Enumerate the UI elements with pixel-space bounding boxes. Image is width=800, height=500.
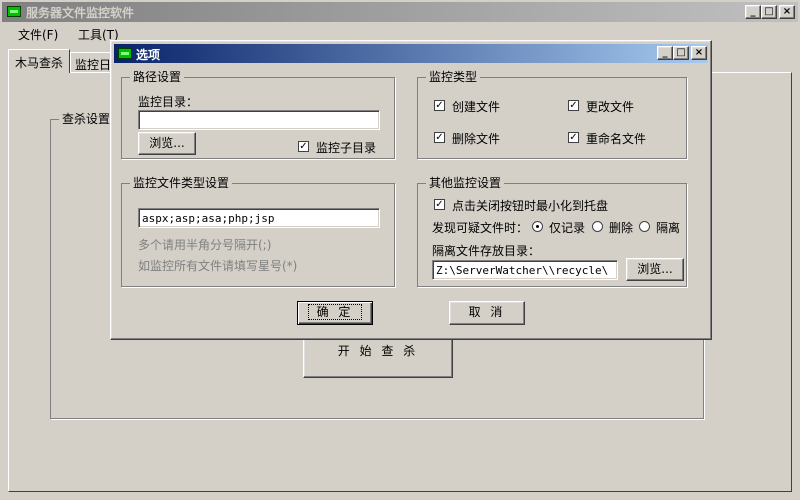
start-scan-button[interactable]: 开 始 查 杀: [303, 334, 453, 378]
quarantine-browse-button[interactable]: 浏览...: [626, 258, 684, 281]
rename-file-label: 重命名文件: [586, 132, 647, 146]
monitor-subdir-checkbox[interactable]: ✓: [298, 141, 309, 152]
scan-settings-title: 查杀设置: [59, 112, 114, 126]
menu-file[interactable]: 文件(F): [18, 26, 58, 43]
path-settings-title: 路径设置: [130, 70, 185, 84]
tab-monitor-log-label: 监控日: [75, 58, 112, 72]
main-title: 服务器文件监控软件: [26, 6, 135, 20]
quarantine-radio[interactable]: [639, 221, 650, 232]
delete-file-label: 删除文件: [452, 132, 501, 146]
tab-trojan-scan[interactable]: 木马查杀: [8, 49, 70, 73]
modify-file-checkbox[interactable]: ✓: [568, 100, 579, 111]
record-only-label: 仅记录: [549, 221, 586, 235]
close-button[interactable]: ×: [779, 5, 795, 19]
suspicious-file-label: 发现可疑文件时：: [432, 221, 529, 235]
quarantine-dir-label: 隔离文件存放目录：: [432, 244, 541, 258]
dialog-title: 选项: [136, 48, 161, 62]
start-scan-label: 开 始 查 杀: [337, 344, 419, 358]
cancel-button[interactable]: 取 消: [449, 301, 525, 325]
filetype-input[interactable]: [138, 208, 380, 228]
delete-radio[interactable]: [592, 221, 603, 232]
ok-button[interactable]: 确 定: [297, 301, 373, 325]
filetype-hint-all: 如监控所有文件请填写星号(*): [138, 259, 298, 273]
filetype-settings-title: 监控文件类型设置: [130, 176, 233, 190]
monitor-type-title: 监控类型: [426, 70, 481, 84]
minimize-to-tray-checkbox[interactable]: ✓: [434, 199, 445, 210]
delete-file-checkbox[interactable]: ✓: [434, 132, 445, 143]
monitor-dir-label: 监控目录：: [138, 95, 199, 109]
maximize-button[interactable]: □: [761, 5, 777, 19]
path-browse-button[interactable]: 浏览...: [138, 132, 196, 155]
filetype-settings-group: 监控文件类型设置 多个请用半角分号隔开(;) 如监控所有文件请填写星号(*): [121, 176, 395, 287]
filetype-hint-separator: 多个请用半角分号隔开(;): [138, 238, 272, 252]
path-settings-group: 路径设置 监控目录： 浏览... ✓ 监控子目录: [121, 70, 395, 159]
tab-trojan-scan-label: 木马查杀: [15, 56, 64, 70]
minimize-to-tray-label: 点击关闭按钮时最小化到托盘: [452, 199, 609, 213]
create-file-label: 创建文件: [452, 100, 501, 114]
delete-label: 删除: [609, 221, 634, 235]
ok-label: 确 定: [307, 304, 363, 320]
dialog-icon: [118, 48, 132, 59]
rename-file-checkbox[interactable]: ✓: [568, 132, 579, 143]
create-file-checkbox[interactable]: ✓: [434, 100, 445, 111]
minimize-button[interactable]: _: [745, 5, 761, 19]
modify-file-label: 更改文件: [586, 100, 635, 114]
dialog-minimize-button[interactable]: _: [657, 46, 673, 60]
other-settings-title: 其他监控设置: [426, 176, 505, 190]
dialog-title-bar[interactable]: 选项 _ □ ×: [114, 44, 708, 63]
record-only-radio[interactable]: [532, 221, 543, 232]
dialog-maximize-button[interactable]: □: [673, 46, 689, 60]
app-icon: [7, 6, 21, 17]
monitor-type-group: 监控类型 ✓ 创建文件 ✓ 更改文件 ✓ 删除文件 ✓ 重命名文件: [417, 70, 687, 159]
quarantine-dir-input[interactable]: [432, 260, 618, 280]
main-title-bar[interactable]: 服务器文件监控软件 _ □ ×: [2, 2, 798, 22]
cancel-label: 取 消: [468, 305, 506, 319]
dialog-close-button[interactable]: ×: [691, 46, 707, 60]
quarantine-option-label: 隔离: [656, 221, 681, 235]
monitor-subdir-label: 监控子目录: [316, 141, 377, 155]
monitor-dir-input[interactable]: [138, 110, 380, 130]
options-dialog: 选项 _ □ × 路径设置 监控目录： 浏览... ✓ 监控子目录 监控类型 ✓…: [110, 40, 712, 340]
other-settings-group: 其他监控设置 ✓ 点击关闭按钮时最小化到托盘 发现可疑文件时： 仅记录 删除 隔…: [417, 176, 687, 287]
